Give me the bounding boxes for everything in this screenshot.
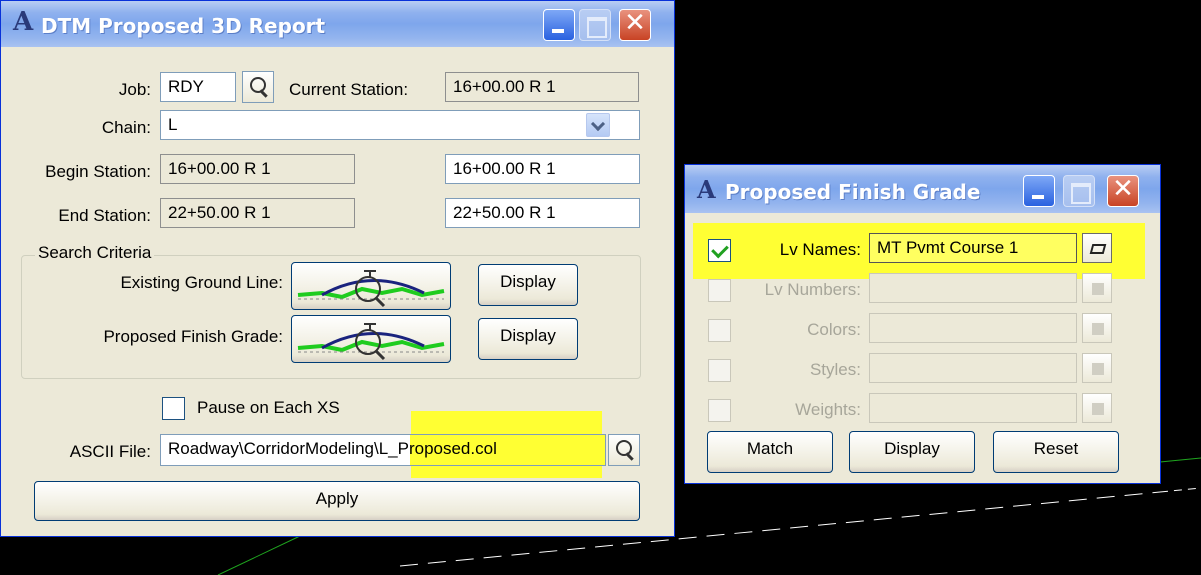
finish-grade-titlebar[interactable]: A Proposed Finish Grade ✕ [685,165,1160,213]
profile-magnifier-icon [297,270,445,308]
pick-icon [1092,283,1104,295]
lv-numbers-picker-button[interactable] [1082,273,1112,303]
minimize-button[interactable] [543,9,575,41]
lv-numbers-checkbox[interactable] [708,279,731,302]
chevron-down-icon[interactable] [586,113,610,137]
lv-numbers-field[interactable] [869,273,1077,303]
chain-dropdown[interactable]: L [160,110,640,140]
colors-checkbox[interactable] [708,319,731,342]
styles-picker-button[interactable] [1082,353,1112,383]
weights-picker-button[interactable] [1082,393,1112,423]
app-logo-icon: A [697,175,716,204]
close-icon: ✕ [624,8,646,38]
ascii-file-label: ASCII File: [69,442,151,461]
app-logo-icon: A [13,7,34,37]
begin-station-readout: 16+00.00 R 1 [160,154,355,184]
lv-names-field[interactable]: MT Pvmt Course 1 [869,233,1077,263]
end-station-label: End Station: [58,206,151,225]
reset-button[interactable]: Reset [993,431,1119,473]
lv-names-label: Lv Names: [779,240,861,259]
lv-names-picker-button[interactable] [1082,233,1112,263]
existing-ground-label: Existing Ground Line: [120,273,283,292]
pick-icon [1092,363,1104,375]
lv-numbers-label: Lv Numbers: [764,280,861,299]
window-title: Proposed Finish Grade [725,180,981,204]
colors-picker-button[interactable] [1082,313,1112,343]
maximize-button [579,9,611,41]
job-label: Job: [118,80,151,99]
job-search-button[interactable] [242,71,274,103]
close-button[interactable]: ✕ [1107,174,1139,207]
ascii-file-input[interactable]: Roadway\CorridorModeling\L_Proposed.col [160,434,606,466]
proposed-grade-display-button[interactable]: Display [478,318,578,360]
begin-station-label: Begin Station: [45,162,151,181]
current-station-field: 16+00.00 R 1 [445,72,639,102]
pause-checkbox[interactable] [162,397,185,420]
display-button[interactable]: Display [849,431,975,473]
proposed-grade-label: Proposed Finish Grade: [103,327,283,346]
minimize-button[interactable] [1023,175,1055,207]
weights-label: Weights: [795,400,861,419]
close-button[interactable]: ✕ [619,8,651,41]
styles-field[interactable] [869,353,1077,383]
job-field[interactable]: RDY [160,72,236,102]
profile-magnifier-icon [297,323,445,361]
chain-label: Chain: [101,118,151,137]
pick-icon [1092,323,1104,335]
pick-icon [1089,244,1107,254]
dtm-report-titlebar[interactable]: A DTM Proposed 3D Report ✕ [1,1,674,47]
end-station-input[interactable]: 22+50.00 R 1 [445,198,640,228]
existing-ground-pick-button[interactable] [291,262,451,310]
styles-label: Styles: [809,360,861,379]
pick-icon [1092,403,1104,415]
ascii-file-browse-button[interactable] [608,434,640,466]
weights-field[interactable] [869,393,1077,423]
current-station-label: Current Station: [289,80,409,99]
lv-names-checkbox[interactable] [708,239,731,262]
apply-button[interactable]: Apply [34,481,640,521]
colors-field[interactable] [869,313,1077,343]
maximize-button [1063,175,1095,207]
begin-station-input[interactable]: 16+00.00 R 1 [445,154,640,184]
match-button[interactable]: Match [707,431,833,473]
styles-checkbox[interactable] [708,359,731,382]
weights-checkbox[interactable] [708,399,731,422]
search-criteria-title: Search Criteria [35,243,155,263]
dtm-report-window: A DTM Proposed 3D Report ✕ Job: RDY Curr… [0,0,675,537]
colors-label: Colors: [807,320,861,339]
close-icon: ✕ [1112,174,1134,204]
window-title: DTM Proposed 3D Report [41,14,326,38]
finish-grade-window: A Proposed Finish Grade ✕ Lv Names: MT P… [684,164,1161,484]
proposed-grade-pick-button[interactable] [291,315,451,363]
end-station-readout: 22+50.00 R 1 [160,198,355,228]
existing-ground-display-button[interactable]: Display [478,264,578,306]
pause-label: Pause on Each XS [197,398,340,417]
